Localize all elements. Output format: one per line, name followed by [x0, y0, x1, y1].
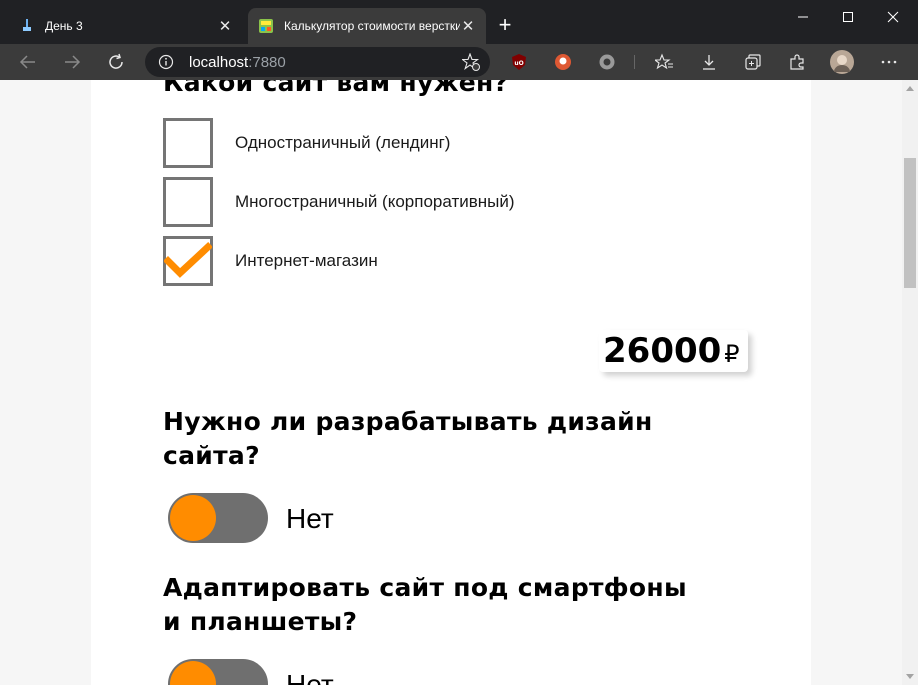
- avatar[interactable]: [830, 50, 854, 74]
- site-type-heading: Какой сайт вам нужен?: [163, 80, 509, 97]
- adaptive-question-line1: Адаптировать сайт под смартфоны: [163, 573, 687, 602]
- more-menu-icon[interactable]: [880, 53, 898, 71]
- scrollbar[interactable]: [902, 80, 918, 685]
- checkmark-icon: [164, 242, 212, 278]
- design-question-line2: сайта?: [163, 441, 260, 470]
- toggle-knob: [170, 495, 216, 541]
- favorites-icon[interactable]: [655, 53, 673, 71]
- adaptive-toggle[interactable]: [168, 659, 268, 685]
- page-viewport: Какой сайт вам нужен? Одностраничный (ле…: [0, 80, 902, 685]
- design-question: Нужно ли разрабатывать дизайн сайта?: [163, 405, 653, 473]
- tab-title: День 3: [45, 19, 83, 33]
- window-close-button[interactable]: [878, 8, 908, 26]
- checkbox[interactable]: [163, 177, 213, 227]
- tab-day3[interactable]: День 3 ✕: [9, 8, 243, 44]
- price-value: 26000: [603, 331, 722, 371]
- option-label: Многостраничный (корпоративный): [235, 192, 515, 211]
- currency-sign: ₽: [724, 340, 740, 368]
- option-shop[interactable]: Интернет-магазин: [163, 236, 663, 286]
- option-corporate[interactable]: Многостраничный (корпоративный): [163, 177, 663, 227]
- refresh-icon[interactable]: [106, 52, 126, 72]
- url-text: localhost:7880: [189, 54, 286, 71]
- browser-titlebar: День 3 ✕ Калькулятор стоимости верстки ✕…: [0, 0, 918, 44]
- download-icon[interactable]: [700, 53, 718, 71]
- tab-favicon: [258, 18, 274, 34]
- option-landing[interactable]: Одностраничный (лендинг): [163, 118, 663, 168]
- url-port: :7880: [248, 54, 286, 71]
- checkbox[interactable]: [163, 118, 213, 168]
- add-favorite-icon[interactable]: [460, 52, 480, 71]
- forward-icon[interactable]: [62, 52, 82, 72]
- extensions-icon[interactable]: [788, 53, 806, 71]
- tab-favicon: [19, 18, 35, 34]
- adaptive-toggle-label: Нет: [286, 669, 334, 685]
- collections-icon[interactable]: [744, 53, 762, 71]
- duckduckgo-icon[interactable]: [554, 53, 572, 71]
- scroll-thumb[interactable]: [904, 158, 916, 288]
- new-tab-button[interactable]: +: [494, 14, 516, 36]
- close-icon[interactable]: ✕: [217, 17, 233, 35]
- url-host: localhost: [189, 54, 249, 71]
- ublock-icon[interactable]: uO: [510, 53, 528, 71]
- calculator-card: Какой сайт вам нужен? Одностраничный (ле…: [91, 80, 811, 685]
- tab-calculator[interactable]: Калькулятор стоимости верстки ✕: [248, 8, 486, 44]
- toggle-knob: [170, 661, 216, 685]
- option-label: Интернет-магазин: [235, 251, 378, 270]
- checkbox-checked[interactable]: [163, 236, 213, 286]
- scroll-up-arrow-icon[interactable]: [906, 86, 914, 91]
- scroll-down-arrow-icon[interactable]: [906, 674, 914, 679]
- back-icon[interactable]: [18, 52, 38, 72]
- tab-title: Калькулятор стоимости верстки: [284, 19, 460, 33]
- record-extension-icon[interactable]: [598, 53, 616, 71]
- design-question-line1: Нужно ли разрабатывать дизайн: [163, 407, 653, 436]
- toolbar-separator: [634, 55, 635, 69]
- close-icon[interactable]: ✕: [460, 17, 476, 35]
- address-bar[interactable]: localhost:7880: [145, 47, 490, 77]
- adaptive-question-line2: и планшеты?: [163, 607, 358, 636]
- maximize-button[interactable]: [833, 8, 863, 26]
- svg-text:uO: uO: [514, 60, 523, 67]
- design-toggle-label: Нет: [286, 503, 334, 534]
- adaptive-question: Адаптировать сайт под смартфоны и планше…: [163, 571, 687, 639]
- design-toggle[interactable]: [168, 493, 268, 543]
- option-label: Одностраничный (лендинг): [235, 133, 451, 152]
- browser-toolbar: localhost:7880 uO: [0, 44, 918, 80]
- minimize-button[interactable]: [788, 8, 818, 26]
- total-price: 26000 ₽: [599, 330, 748, 372]
- info-icon[interactable]: [158, 54, 174, 70]
